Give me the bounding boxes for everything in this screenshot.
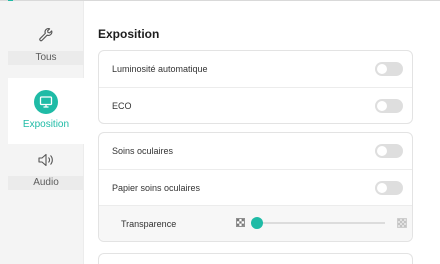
setting-row-eco: ECO xyxy=(99,87,412,123)
sidebar-item-label: Exposition xyxy=(22,119,70,130)
setting-row-eye-care-paper: Papier soins oculaires xyxy=(99,169,412,205)
settings-card-eye-care: Soins oculaires Papier soins oculaires T… xyxy=(98,132,413,242)
sidebar-item-label: Audio xyxy=(8,176,84,190)
settings-card-display: Luminosité automatique ECO xyxy=(98,50,413,124)
monitor-icon xyxy=(31,90,61,114)
sidebar-item-exposition[interactable]: Exposition xyxy=(8,78,84,144)
setting-row-auto-brightness: Luminosité automatique xyxy=(99,51,412,87)
sidebar-item-label: Tous xyxy=(8,51,84,65)
eye-care-paper-toggle[interactable] xyxy=(375,181,403,195)
wrench-icon xyxy=(31,23,61,47)
slider-thumb[interactable] xyxy=(251,217,263,229)
sidebar-item-audio[interactable]: Audio xyxy=(8,136,84,202)
speaker-icon xyxy=(31,148,61,172)
setting-label: Papier soins oculaires xyxy=(112,182,201,193)
low-transparency-icon xyxy=(236,218,245,227)
settings-card-next xyxy=(98,253,413,264)
high-transparency-icon xyxy=(397,218,407,228)
sidebar: Tous Exposition Audio xyxy=(0,1,84,264)
auto-brightness-toggle[interactable] xyxy=(375,62,403,76)
transparency-slider[interactable] xyxy=(251,217,385,229)
eye-care-toggle[interactable] xyxy=(375,144,403,158)
sidebar-item-tous[interactable]: Tous xyxy=(8,11,84,77)
setting-row-transparency: Transparence xyxy=(99,205,412,241)
setting-label: Luminosité automatique xyxy=(112,64,208,74)
setting-label: ECO xyxy=(112,100,132,111)
page-title: Exposition xyxy=(98,27,160,41)
setting-row-eye-care: Soins oculaires xyxy=(99,133,412,169)
eco-toggle[interactable] xyxy=(375,99,403,113)
setting-label: Soins oculaires xyxy=(112,146,174,156)
setting-label: Transparence xyxy=(121,218,177,229)
